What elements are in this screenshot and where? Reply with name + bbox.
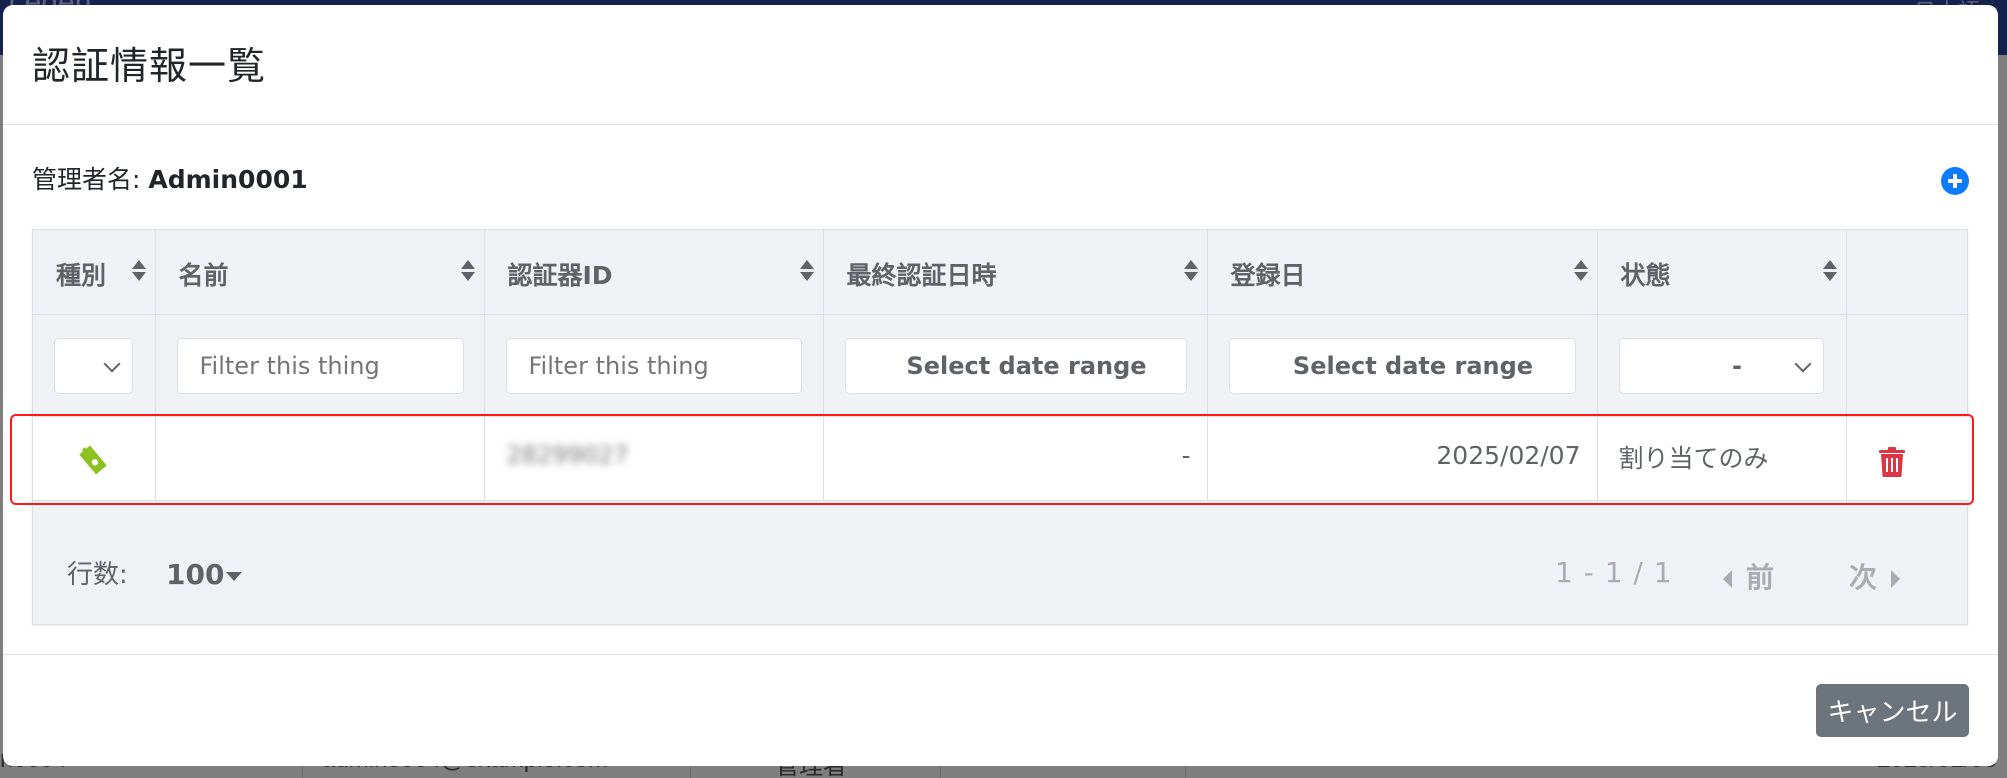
credentials-modal: 認証情報一覧 管理者名: Admin0001 種別 名前 認証器ID 最終認証日… [3, 5, 1998, 766]
table-pagination: 行数: 100 1 - 1 / 1 前 次 [33, 506, 1969, 626]
modal-footer: キャンセル [3, 654, 1998, 766]
sort-icon[interactable] [1183, 260, 1199, 284]
status-filter-select[interactable]: - [1618, 337, 1824, 394]
cell-authenticator-id: 28299027 [484, 416, 824, 501]
registered-date-range-picker[interactable]: Select date range [1228, 337, 1576, 394]
prev-page-button[interactable]: 前 [1723, 556, 1774, 596]
cell-registered: 2025/02/07 [1207, 416, 1598, 501]
table-header-row: 種別 名前 認証器ID 最終認証日時 登録日 状態 [33, 230, 1969, 315]
sort-icon[interactable] [1822, 260, 1838, 284]
cell-name [155, 416, 485, 501]
caret-left-icon [1723, 570, 1732, 588]
add-credential-button[interactable] [1941, 167, 1969, 195]
sort-icon[interactable] [131, 260, 147, 284]
admin-name-line: 管理者名: Admin0001 [32, 160, 308, 196]
trash-icon[interactable] [1878, 446, 1905, 477]
column-header-actions [1846, 230, 1969, 315]
modal-title: 認証情報一覧 [32, 44, 267, 88]
caret-right-icon [1891, 570, 1901, 588]
table-row[interactable]: 28299027 - 2025/02/07 割り当てのみ [33, 416, 1969, 501]
last-auth-date-range-picker[interactable]: Select date range [844, 337, 1187, 394]
security-key-tag-icon [79, 445, 107, 474]
table-filter-row: Select date range Select date range - [33, 314, 1969, 417]
authenticator-id-filter-input[interactable] [505, 337, 802, 394]
cell-type [33, 416, 156, 501]
modal-header: 認証情報一覧 [3, 5, 1998, 125]
admin-name-label: 管理者名: [32, 165, 141, 194]
caret-down-icon [226, 571, 243, 581]
type-filter-select[interactable] [54, 337, 133, 394]
column-header-last-auth[interactable]: 最終認証日時 [823, 230, 1208, 315]
sort-icon[interactable] [1573, 260, 1589, 284]
cell-status: 割り当てのみ [1597, 416, 1847, 501]
page-info: 1 - 1 / 1 [1555, 556, 1673, 589]
name-filter-input[interactable] [176, 337, 464, 394]
credentials-table: 種別 名前 認証器ID 最終認証日時 登録日 状態 Filter this th… [32, 229, 1969, 626]
sort-icon[interactable] [460, 260, 476, 284]
chevron-down-icon [103, 355, 121, 372]
column-header-status[interactable]: 状態 [1597, 230, 1847, 315]
cancel-button[interactable]: キャンセル [1816, 684, 1969, 737]
cell-last-auth: - [823, 416, 1208, 501]
chevron-down-icon [1794, 355, 1811, 372]
cell-actions [1846, 416, 1969, 501]
admin-name-value: Admin0001 [148, 165, 308, 194]
column-header-type[interactable]: 種別 [33, 230, 156, 315]
column-header-name[interactable]: 名前 [155, 230, 485, 315]
column-header-registered[interactable]: 登録日 [1207, 230, 1598, 315]
next-page-button[interactable]: 次 [1849, 556, 1901, 596]
column-header-authenticator-id[interactable]: 認証器ID [484, 230, 824, 315]
rows-per-page-dropdown[interactable]: 100 [166, 558, 243, 591]
sort-icon[interactable] [799, 260, 815, 284]
rows-per-page-label: 行数: [67, 560, 128, 590]
